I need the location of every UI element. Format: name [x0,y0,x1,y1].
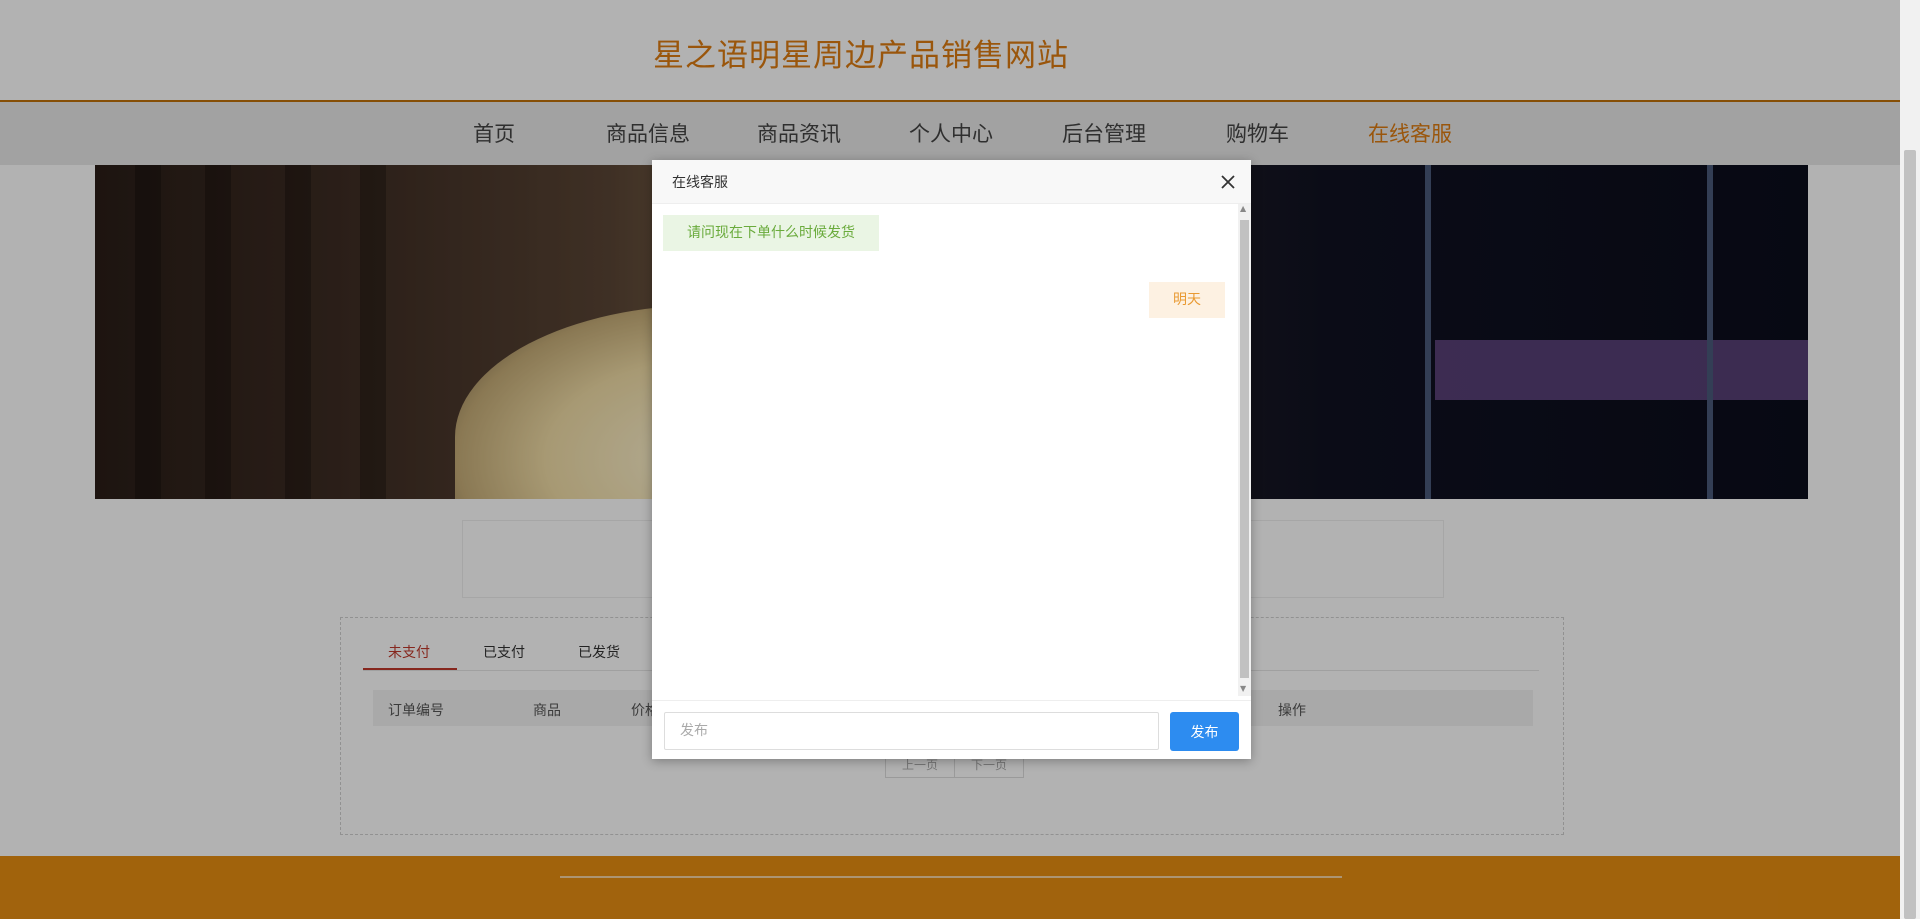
close-icon[interactable] [1219,173,1237,191]
chat-scrollbar-thumb[interactable] [1240,220,1249,678]
page-scrollbar-thumb[interactable] [1904,150,1916,919]
chat-scrollbar[interactable]: ▲ ▼ [1238,204,1251,696]
chat-message-received: 请问现在下单什么时候发货 [663,215,879,251]
chat-input[interactable] [664,712,1159,750]
dialog-title: 在线客服 [672,175,728,191]
page-scrollbar[interactable] [1900,0,1920,919]
dialog-footer: 发布 [652,700,1251,760]
scroll-down-arrow-icon[interactable]: ▼ [1240,684,1246,693]
chat-messages: 请问现在下单什么时候发货 明天 [652,204,1238,696]
scroll-up-arrow-icon[interactable]: ▲ [1240,204,1246,213]
chat-message-sent: 明天 [1149,282,1225,318]
send-button[interactable]: 发布 [1170,712,1239,751]
dialog-header: 在线客服 [652,160,1251,204]
support-chat-dialog: 在线客服 请问现在下单什么时候发货 明天 ▲ ▼ 发布 [652,160,1251,759]
